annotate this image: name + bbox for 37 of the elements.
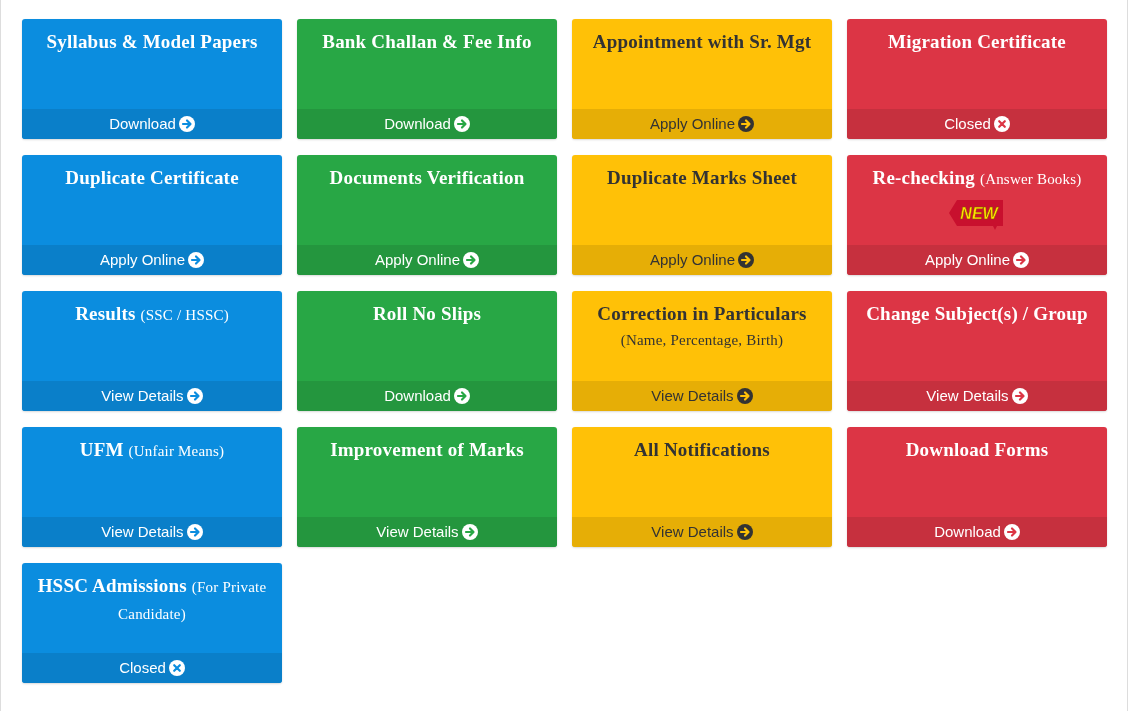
card-title: Correction in Particulars (Name, Percentage, Birth) [596,302,808,350]
arrow-right-icon [1011,388,1028,404]
action-link[interactable]: Closed [944,114,1010,134]
close-icon [168,660,185,676]
close-icon [993,116,1010,132]
arrow-right-icon [186,524,203,540]
card-title: Duplicate Marks Sheet [607,166,797,190]
card-title: Re-checking (Answer Books) [872,166,1082,190]
arrow-right-icon [738,252,755,268]
card-title: Documents Verification [329,166,525,190]
arrow-right-icon [188,252,205,268]
card-title: All Notifications [634,438,770,462]
arrow-right-icon [1013,252,1030,268]
arrow-right-icon [178,116,195,132]
action-link[interactable]: Closed [119,658,185,678]
arrow-right-icon [1003,524,1020,540]
arrow-right-icon [186,388,203,404]
arrow-right-icon [453,116,470,132]
card-title: Bank Challan & Fee Info [322,30,532,54]
card-title: Change Subject(s) / Group [866,302,1088,326]
arrow-right-icon [736,524,753,540]
card-title: Results (SSC / HSSC) [75,302,229,326]
new-badge: NEW [949,198,1005,230]
arrow-right-icon [738,116,755,132]
card-title: UFM (Unfair Means) [79,438,225,462]
card-title: HSSC Admissions (For Private Candidate) [36,574,268,624]
card-title: Appointment with Sr. Mgt [592,30,812,54]
card-title: Roll No Slips [372,302,482,326]
arrow-right-icon [453,388,470,404]
arrow-right-icon [463,252,480,268]
card-title: Duplicate Certificate [65,166,239,190]
card-title: Migration Certificate [888,30,1066,54]
card-title: Improvement of Marks [330,438,524,462]
arrow-right-icon [461,524,478,540]
arrow-right-icon [736,388,753,404]
card-title: Download Forms [905,438,1049,462]
card-title: Syllabus & Model Papers [46,30,258,54]
